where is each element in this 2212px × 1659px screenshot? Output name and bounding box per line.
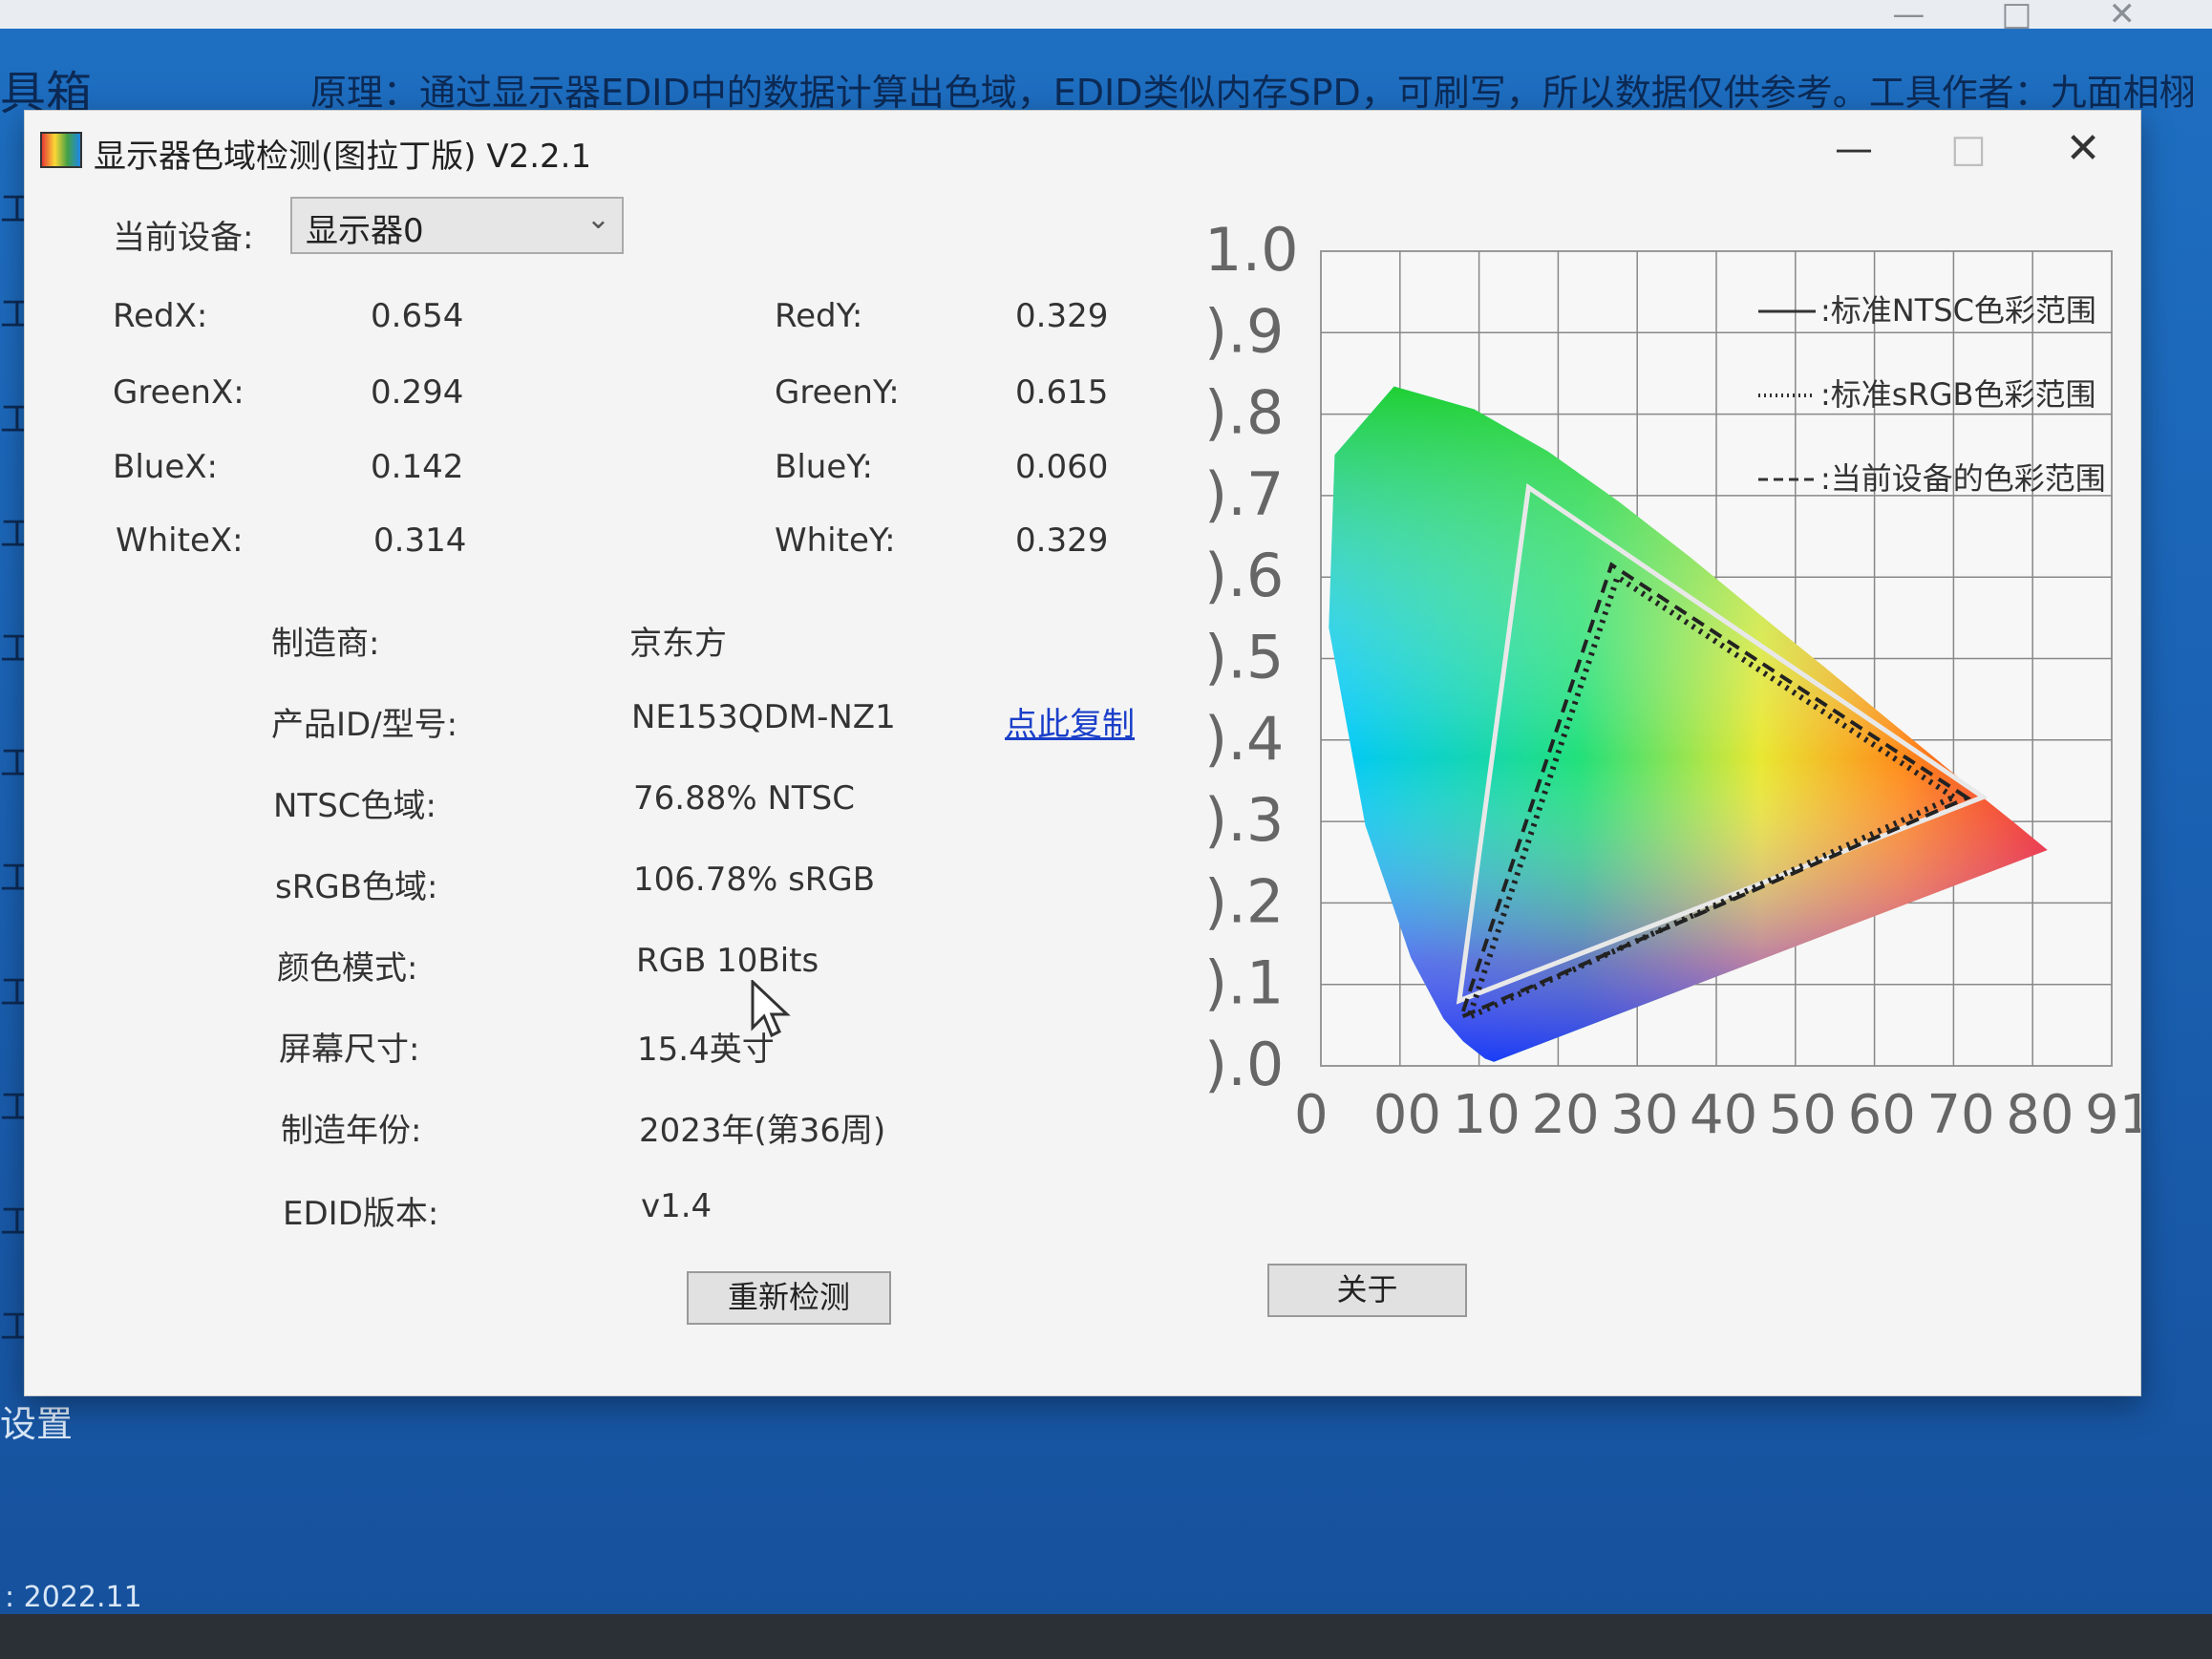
- blue-y-value: 0.060: [1015, 448, 1109, 486]
- green-y-label: GreenY:: [775, 373, 900, 412]
- minimize-button[interactable]: —: [1811, 120, 1897, 178]
- y-tick-label: ).1: [1204, 948, 1284, 1018]
- product-id-value: NE153QDM-NZ1: [631, 698, 896, 736]
- product-id-label: 产品ID/型号:: [271, 706, 458, 744]
- close-button[interactable]: ✕: [2040, 120, 2126, 178]
- white-x-value: 0.314: [373, 521, 467, 560]
- red-y-value: 0.329: [1015, 297, 1109, 335]
- x-tick-label: 91: [2085, 1084, 2140, 1146]
- window-titlebar[interactable]: 显示器色域检测(图拉丁版) V2.2.1 — □ ✕: [25, 111, 2140, 187]
- green-y-value: 0.615: [1015, 373, 1109, 412]
- color-mode-value: RGB 10Bits: [636, 942, 819, 980]
- srgb-label: sRGB色域:: [275, 868, 438, 906]
- x-tick-label: 20: [1531, 1084, 1599, 1146]
- background-window-controls: — □ ✕: [1892, 0, 2137, 31]
- screen-size-label: 屏幕尺寸:: [279, 1031, 420, 1069]
- chromaticity-chart: 1.0).9).8).7).6).5).4).3).2).1).0 0 00 10 20…: [1195, 211, 2140, 1243]
- device-label: 当前设备:: [113, 219, 254, 257]
- copy-link[interactable]: 点此复制: [1005, 698, 1135, 745]
- x-tick-label: 60: [1848, 1084, 1916, 1146]
- red-x-value: 0.654: [371, 297, 464, 335]
- green-x-label: GreenX:: [113, 373, 245, 412]
- y-tick-label: ).3: [1204, 785, 1284, 855]
- legend-ntsc-label: :标准NTSC色彩范围: [1820, 292, 2096, 329]
- y-tick-label: ).6: [1204, 541, 1284, 610]
- manufacturer-value: 京东方: [629, 625, 727, 663]
- srgb-value: 106.78% sRGB: [633, 861, 876, 899]
- x-tick-label: 10: [1453, 1084, 1521, 1146]
- legend-device-label: :当前设备的色彩范围: [1820, 460, 2106, 497]
- x-tick-label: 0: [1294, 1084, 1329, 1146]
- red-y-label: RedY:: [775, 297, 863, 335]
- about-button[interactable]: 关于: [1267, 1264, 1467, 1317]
- minimize-icon[interactable]: —: [1892, 0, 1925, 31]
- y-tick-label: ).0: [1204, 1030, 1284, 1099]
- device-select[interactable]: 显示器0 ⌄: [290, 197, 624, 254]
- ntsc-label: NTSC色域:: [273, 787, 436, 825]
- chevron-down-icon[interactable]: ⌄: [586, 202, 610, 236]
- blue-x-value: 0.142: [371, 448, 464, 486]
- cie-diagram: 1.0).9).8).7).6).5).4).3).2).1).00 00 10 20…: [1204, 215, 2140, 1146]
- x-tick-label: 50: [1769, 1084, 1837, 1146]
- redetect-button[interactable]: 重新检测: [687, 1271, 891, 1325]
- legend-srgb-label: :标准sRGB色彩范围: [1820, 376, 2095, 413]
- background-settings-item[interactable]: 设置: [0, 1394, 73, 1447]
- maximize-icon[interactable]: □: [2001, 0, 2031, 31]
- green-x-value: 0.294: [371, 373, 464, 412]
- x-tick-label: 30: [1610, 1084, 1678, 1146]
- x-tick-label: 70: [1926, 1084, 1994, 1146]
- y-tick-label: ).4: [1204, 704, 1284, 774]
- blue-x-label: BlueX:: [113, 448, 218, 486]
- mouse-cursor-icon: [751, 980, 791, 1038]
- x-tick-label: 00: [1373, 1084, 1441, 1146]
- maximize-button[interactable]: □: [1925, 120, 2011, 178]
- year-value: 2023年(第36周): [639, 1112, 886, 1150]
- y-tick-label: ).7: [1204, 459, 1284, 529]
- device-select-value: 显示器0: [306, 212, 424, 250]
- blue-y-label: BlueY:: [775, 448, 873, 486]
- white-x-label: WhiteX:: [116, 521, 244, 560]
- background-version-text: : 2022.11: [5, 1581, 142, 1614]
- year-label: 制造年份:: [281, 1112, 422, 1150]
- ntsc-value: 76.88% NTSC: [633, 779, 855, 818]
- y-tick-label: ).8: [1204, 378, 1284, 448]
- red-x-label: RedX:: [113, 297, 208, 335]
- window-title: 显示器色域检测(图拉丁版) V2.2.1: [94, 138, 592, 176]
- close-icon[interactable]: ✕: [2109, 0, 2137, 31]
- white-y-value: 0.329: [1015, 521, 1109, 560]
- y-tick-label: ).2: [1204, 866, 1284, 936]
- white-y-label: WhiteY:: [775, 521, 896, 560]
- color-mode-label: 颜色模式:: [277, 949, 418, 988]
- edid-value: v1.4: [641, 1187, 713, 1225]
- y-tick-label: 1.0: [1204, 215, 1299, 285]
- y-tick-label: ).9: [1204, 296, 1284, 366]
- background-notice-text: 原理：通过显示器EDID中的数据计算出色域，EDID类似内存SPD，可刷写，所以…: [310, 72, 2196, 114]
- app-monitor-icon: [40, 132, 82, 168]
- background-window-titlebar: — □ ✕: [0, 0, 2212, 31]
- y-tick-label: ).5: [1204, 623, 1284, 692]
- x-tick-label: 40: [1690, 1084, 1757, 1146]
- color-gamut-window: 显示器色域检测(图拉丁版) V2.2.1 — □ ✕ 当前设备: 显示器0 ⌄ …: [24, 110, 2141, 1396]
- taskbar: [0, 1614, 2212, 1659]
- manufacturer-label: 制造商:: [271, 625, 380, 663]
- edid-label: EDID版本:: [283, 1195, 439, 1233]
- x-tick-label: 80: [2006, 1084, 2074, 1146]
